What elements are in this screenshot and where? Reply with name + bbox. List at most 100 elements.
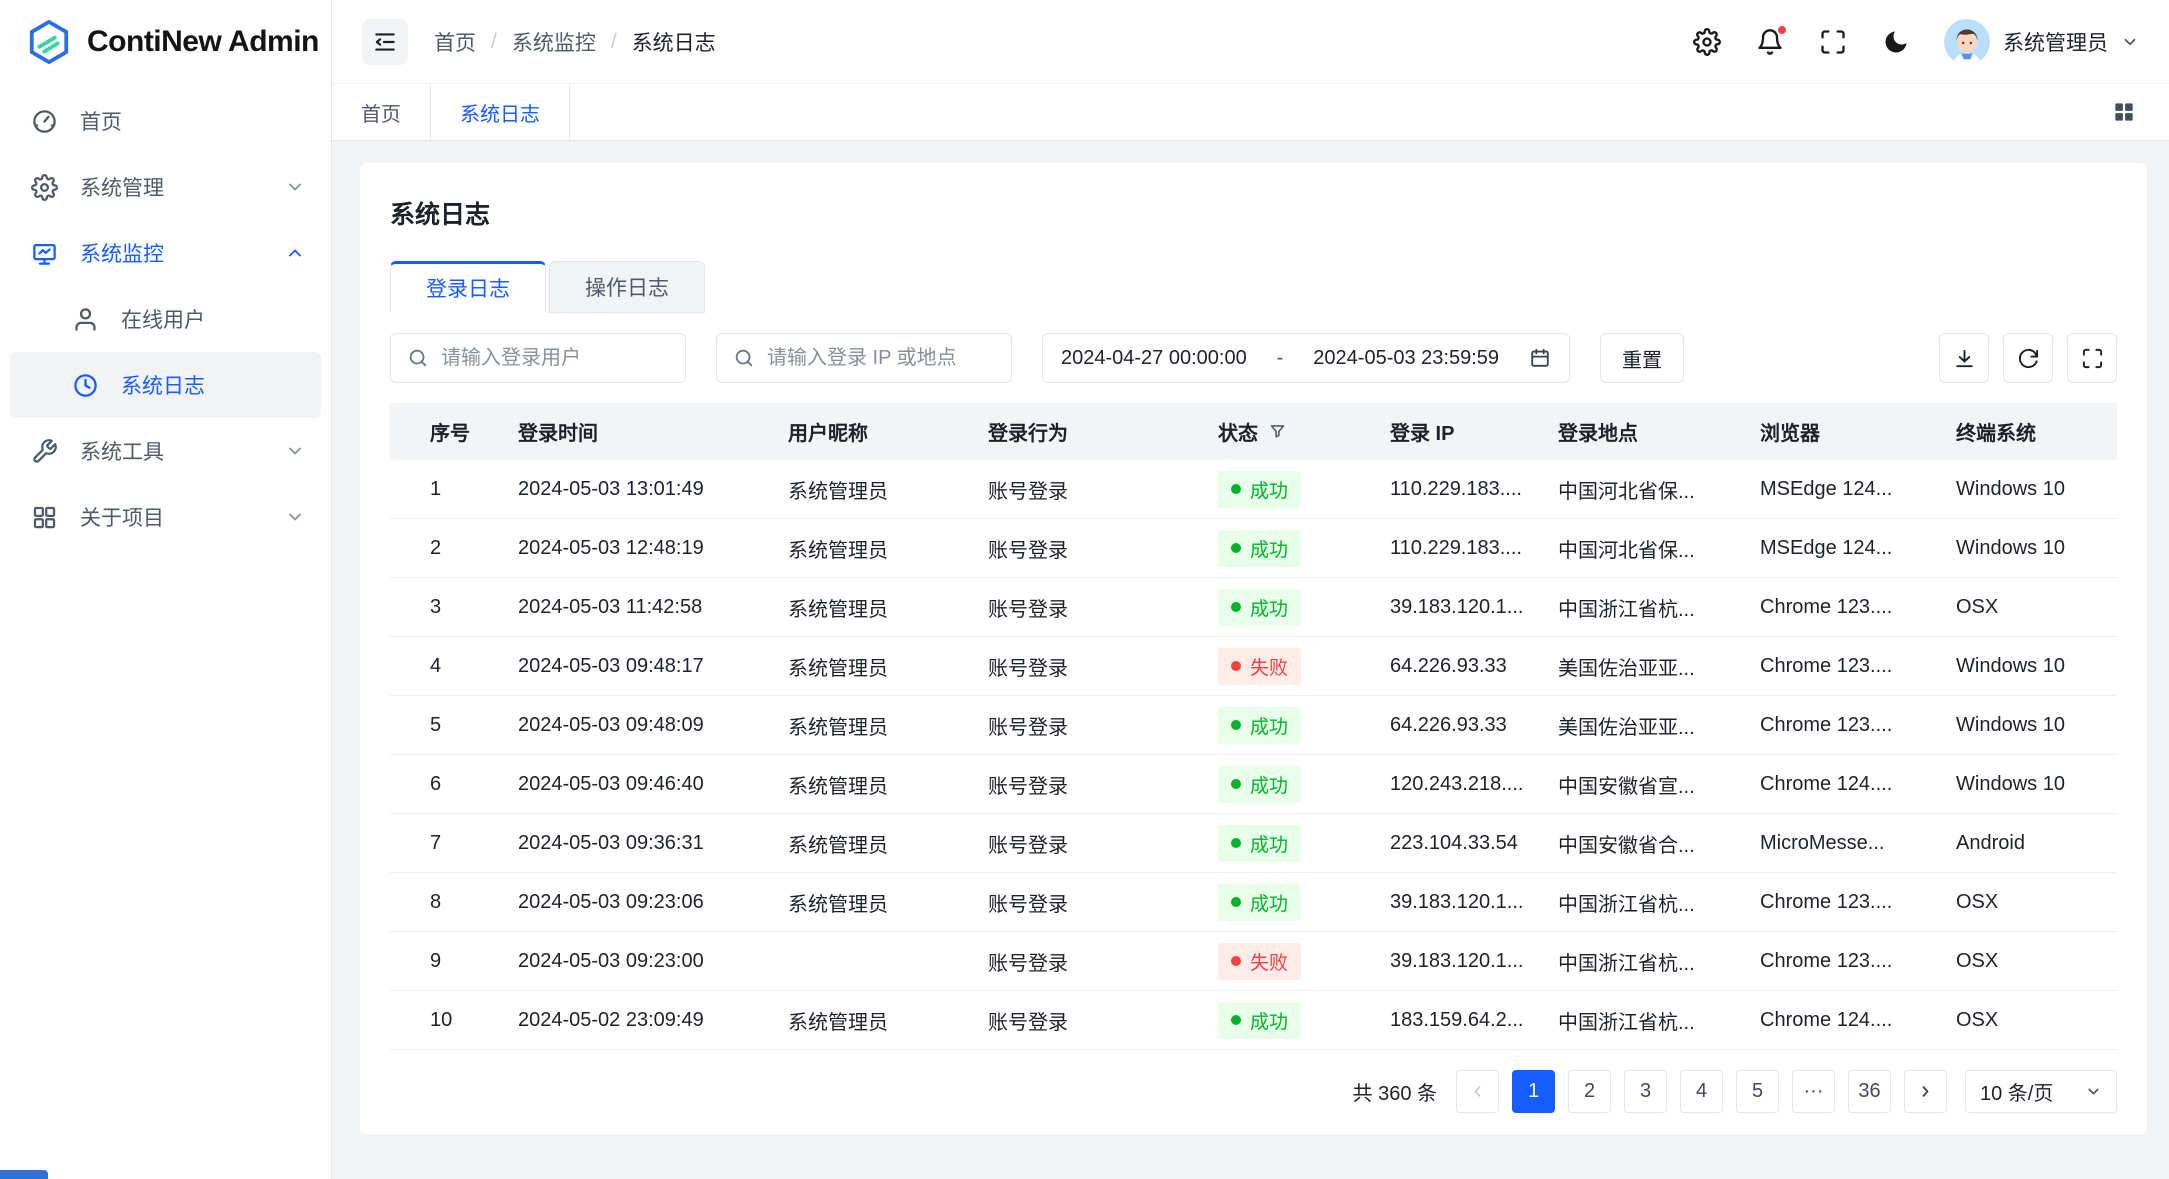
sidebar-item-system-management[interactable]: 系统管理	[0, 154, 331, 220]
cell-location: 中国河北省保...	[1558, 534, 1760, 563]
page-size-select[interactable]: 10 条/页	[1965, 1070, 2117, 1113]
sidebar-item-online-users[interactable]: 在线用户	[0, 286, 331, 352]
filter-icon[interactable]	[1268, 422, 1287, 441]
page-button[interactable]: 5	[1736, 1070, 1779, 1113]
notifications-button[interactable]	[1755, 27, 1785, 57]
cell-behavior: 账号登录	[988, 888, 1218, 917]
pagination: 共 360 条 12345 ··· 36 10 条/页	[390, 1070, 2117, 1113]
breadcrumb-separator: /	[611, 30, 617, 54]
cell-nickname: 系统管理员	[788, 593, 988, 622]
cell-status: 成功	[1218, 1002, 1390, 1039]
cell-behavior: 账号登录	[988, 711, 1218, 740]
cell-status: 成功	[1218, 471, 1390, 508]
pagination-total: 共 360 条	[1353, 1077, 1437, 1106]
page-button[interactable]: 36	[1848, 1070, 1891, 1113]
cell-index: 8	[430, 891, 518, 914]
cell-browser: MSEdge 124...	[1760, 537, 1956, 560]
sidebar-item-system-tools[interactable]: 系统工具	[0, 418, 331, 484]
sidebar-item-home[interactable]: 首页	[0, 88, 331, 154]
cell-index: 6	[430, 773, 518, 796]
cell-browser: Chrome 123....	[1760, 891, 1956, 914]
sidebar-item-label: 系统日志	[121, 370, 295, 400]
page-button[interactable]: 1	[1512, 1070, 1555, 1113]
col-header-status: 状态	[1218, 417, 1390, 446]
logo-icon	[26, 19, 72, 65]
page-button[interactable]: 2	[1568, 1070, 1611, 1113]
table-row: 62024-05-03 09:46:40系统管理员账号登录成功120.243.2…	[390, 755, 2117, 814]
cell-status: 失败	[1218, 648, 1390, 685]
dark-mode-button[interactable]	[1881, 27, 1911, 57]
refresh-button[interactable]	[2003, 333, 2053, 383]
tab-system-log[interactable]: 系统日志	[431, 84, 570, 140]
login-user-search[interactable]	[390, 333, 686, 383]
tab-list-button[interactable]	[2109, 97, 2139, 127]
cell-nickname: 系统管理员	[788, 1006, 988, 1035]
breadcrumb-separator: /	[491, 30, 497, 54]
cell-ip: 39.183.120.1...	[1390, 891, 1558, 914]
cell-index: 10	[430, 1009, 518, 1032]
date-start-value: 2024-04-27 00:00:00	[1061, 347, 1247, 370]
login-ip-input[interactable]	[767, 347, 995, 370]
cell-browser: Chrome 123....	[1760, 655, 1956, 678]
cell-login-time: 2024-05-03 09:36:31	[518, 832, 788, 855]
cell-ip: 64.226.93.33	[1390, 655, 1558, 678]
next-page-button[interactable]	[1904, 1070, 1947, 1113]
table-body: 12024-05-03 13:01:49系统管理员账号登录成功110.229.1…	[390, 460, 2117, 1050]
cell-behavior: 账号登录	[988, 593, 1218, 622]
status-dot-icon	[1231, 720, 1241, 730]
status-badge: 成功	[1218, 884, 1301, 921]
cell-ip: 183.159.64.2...	[1390, 1009, 1558, 1032]
tab-login-log[interactable]: 登录日志	[390, 261, 546, 313]
table-row: 102024-05-02 23:09:49系统管理员账号登录成功183.159.…	[390, 991, 2117, 1050]
login-user-input[interactable]	[441, 347, 669, 370]
table-fullscreen-button[interactable]	[2067, 333, 2117, 383]
breadcrumb-home[interactable]: 首页	[434, 27, 476, 57]
main-area: 首页 / 系统监控 / 系统日志	[332, 0, 2169, 1179]
search-icon	[407, 347, 429, 369]
cell-index: 1	[430, 478, 518, 501]
cell-os: Windows 10	[1956, 773, 2117, 796]
app-logo[interactable]: ContiNew Admin	[0, 0, 331, 84]
moon-icon	[1882, 28, 1910, 56]
cell-os: OSX	[1956, 950, 2117, 973]
cell-ip: 64.226.93.33	[1390, 714, 1558, 737]
topbar: 首页 / 系统监控 / 系统日志	[332, 0, 2169, 84]
sidebar-item-label: 关于项目	[80, 502, 263, 532]
settings-button[interactable]	[1692, 27, 1722, 57]
sidebar-item-about[interactable]: 关于项目	[0, 484, 331, 550]
cell-login-time: 2024-05-03 09:23:00	[518, 950, 788, 973]
cell-ip: 110.229.183....	[1390, 537, 1558, 560]
table-row: 22024-05-03 12:48:19系统管理员账号登录成功110.229.1…	[390, 519, 2117, 578]
page-button[interactable]: 3	[1624, 1070, 1667, 1113]
col-header-login-time: 登录时间	[518, 417, 788, 446]
cell-ip: 110.229.183....	[1390, 478, 1558, 501]
cell-browser: Chrome 124....	[1760, 773, 1956, 796]
user-menu[interactable]: 系统管理员	[1944, 19, 2139, 65]
prev-page-button[interactable]	[1456, 1070, 1499, 1113]
tab-home[interactable]: 首页	[332, 84, 431, 140]
cell-ip: 39.183.120.1...	[1390, 596, 1558, 619]
sidebar-item-system-log[interactable]: 系统日志	[10, 352, 321, 418]
tab-label: 首页	[361, 98, 401, 127]
cell-nickname: 系统管理员	[788, 829, 988, 858]
login-ip-search[interactable]	[716, 333, 1012, 383]
sidebar-collapse-button[interactable]	[362, 19, 408, 65]
col-header-nickname: 用户昵称	[788, 417, 988, 446]
cell-status: 成功	[1218, 589, 1390, 626]
reset-button[interactable]: 重置	[1600, 333, 1684, 383]
export-button[interactable]	[1939, 333, 1989, 383]
date-range-picker[interactable]: 2024-04-27 00:00:00 - 2024-05-03 23:59:5…	[1042, 333, 1570, 383]
tab-operation-log[interactable]: 操作日志	[549, 261, 705, 313]
status-badge: 成功	[1218, 530, 1301, 567]
cell-os: Windows 10	[1956, 714, 2117, 737]
sidebar-item-label: 在线用户	[121, 304, 305, 334]
page-button[interactable]: 4	[1680, 1070, 1723, 1113]
cell-behavior: 账号登录	[988, 652, 1218, 681]
table-row: 92024-05-03 09:23:00账号登录失败39.183.120.1..…	[390, 932, 2117, 991]
page-ellipsis-button[interactable]: ···	[1792, 1070, 1835, 1113]
sidebar-item-system-monitor[interactable]: 系统监控	[0, 220, 331, 286]
cell-nickname: 系统管理员	[788, 888, 988, 917]
user-name: 系统管理员	[2003, 27, 2108, 57]
breadcrumb-system-monitor[interactable]: 系统监控	[512, 27, 596, 57]
fullscreen-button[interactable]	[1818, 27, 1848, 57]
